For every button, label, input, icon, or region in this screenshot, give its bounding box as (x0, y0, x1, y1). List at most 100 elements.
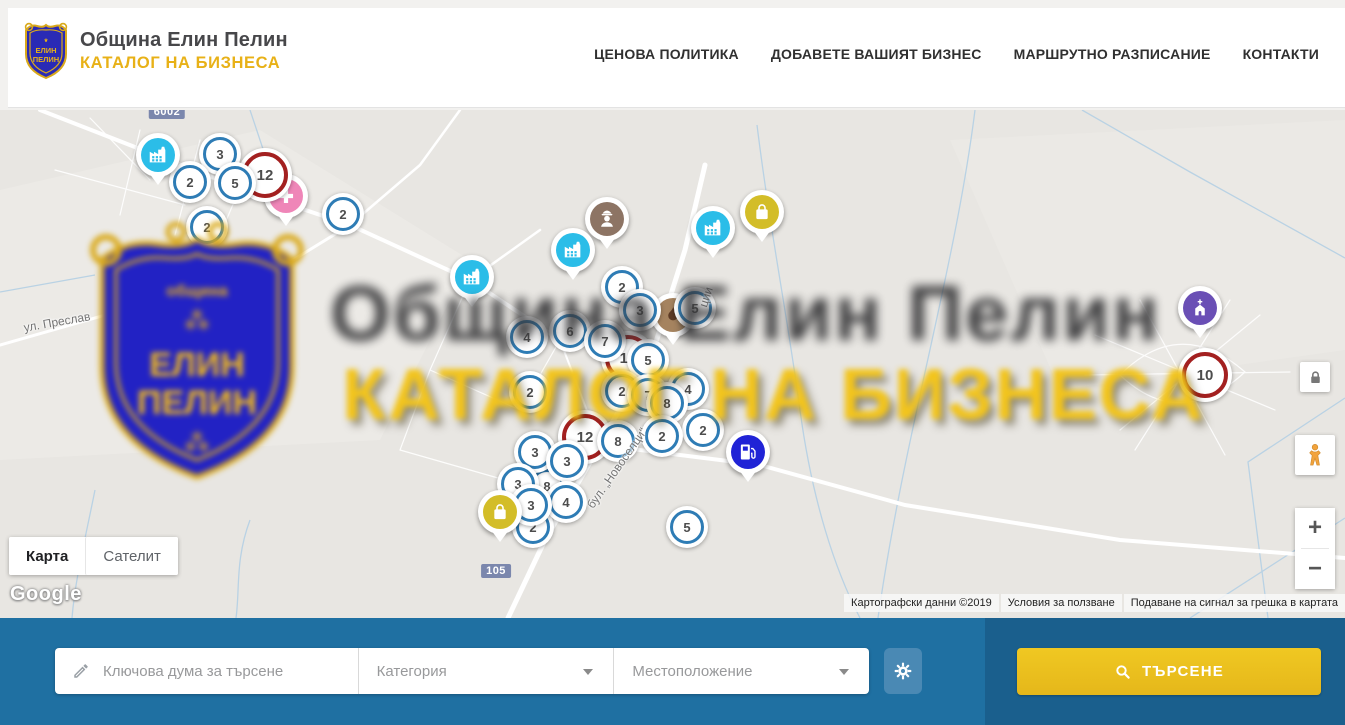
cluster-ring: 2 (326, 197, 360, 231)
cluster-ring: 6 (553, 314, 587, 348)
page: ⚜ ЕЛИН ПЕЛИН Община Елин Пелин КАТАЛОГ Н… (0, 0, 1345, 725)
terms-of-use-link[interactable]: Условия за ползване (1001, 594, 1122, 612)
category-select[interactable]: Категория (358, 648, 614, 694)
cluster-marker[interactable]: 4 (506, 316, 548, 358)
pin-tail (463, 295, 481, 307)
cluster-marker[interactable]: 10 (1178, 348, 1232, 402)
nav-route-schedule[interactable]: МАРШРУТНО РАЗПИСАНИЕ (1014, 46, 1211, 62)
marker-pin-factory[interactable] (450, 255, 494, 311)
cluster-count: 5 (644, 353, 651, 368)
factory-icon (556, 233, 590, 267)
cluster-ring: 5 (631, 343, 665, 377)
road-label: 105 (481, 564, 511, 578)
cluster-count: 8 (614, 434, 621, 449)
search-fields: Категория Местоположение (55, 648, 869, 694)
cluster-marker[interactable]: 5 (666, 506, 708, 548)
pegman-button[interactable] (1295, 435, 1335, 475)
nav-contacts[interactable]: КОНТАКТИ (1243, 46, 1319, 62)
marker-pin-factory[interactable] (551, 228, 595, 284)
factory-icon (696, 211, 730, 245)
search-bar-left: Категория Местоположение (0, 618, 985, 725)
cluster-count: 8 (663, 396, 670, 411)
cluster-marker[interactable]: 2 (682, 409, 724, 451)
church-icon (1183, 291, 1217, 325)
fuel-icon (731, 435, 765, 469)
marker-pin-shopping-bag[interactable] (478, 490, 522, 546)
keyword-input[interactable] (55, 648, 358, 694)
cluster-marker[interactable]: 2 (186, 206, 228, 248)
zoom-out-button[interactable]: − (1295, 549, 1335, 589)
location-select[interactable]: Местоположение (613, 648, 869, 694)
attribution-copyright: Картографски данни ©2019 (844, 594, 999, 612)
keyword-field (55, 648, 358, 694)
cluster-ring: 5 (670, 510, 704, 544)
brand-text: Община Елин Пелин КАТАЛОГ НА БИЗНЕСА (80, 29, 288, 73)
nav-pricing-policy[interactable]: ЦЕНОВА ПОЛИТИКА (594, 46, 739, 62)
cluster-count: 3 (527, 498, 534, 513)
marker-pin-shopping-bag[interactable] (740, 190, 784, 246)
cluster-count: 10 (1197, 367, 1214, 384)
factory-icon (141, 138, 175, 172)
marker-pin-fuel[interactable] (726, 430, 770, 486)
map-attribution: Картографски данни ©2019 Условия за полз… (844, 594, 1345, 612)
cluster-marker[interactable]: 2 (322, 193, 364, 235)
pin-tail (277, 214, 295, 226)
nav-add-your-business[interactable]: ДОБАВЕТЕ ВАШИЯТ БИЗНЕС (771, 46, 982, 62)
cluster-marker[interactable]: 3 (546, 440, 588, 482)
main-nav: ЦЕНОВА ПОЛИТИКА ДОБАВЕТЕ ВАШИЯТ БИЗНЕС М… (594, 8, 1319, 100)
category-select-value: Категория (359, 663, 447, 680)
cluster-count: 5 (683, 520, 690, 535)
cluster-marker[interactable]: 7 (584, 320, 626, 362)
report-map-error-link[interactable]: Подаване на сигнал за грешка в картата (1124, 594, 1345, 612)
cluster-count: 2 (526, 385, 533, 400)
cluster-ring: 2 (190, 210, 224, 244)
cluster-ring: 3 (623, 293, 657, 327)
pin-tail (598, 237, 616, 249)
gear-icon (893, 661, 913, 681)
search-bar-right: ТЪРСЕНЕ (985, 618, 1345, 725)
padlock-icon (1307, 369, 1324, 386)
shopping-bag-icon (483, 495, 517, 529)
cluster-count: 2 (203, 220, 210, 235)
cluster-ring: 2 (686, 413, 720, 447)
worker-icon (590, 202, 624, 236)
search-icon (1114, 663, 1132, 681)
cluster-ring: 4 (510, 320, 544, 354)
svg-text:ЕЛИН: ЕЛИН (35, 46, 56, 55)
cluster-marker[interactable]: 5 (214, 162, 256, 204)
cluster-marker[interactable]: 3 (619, 289, 661, 331)
marker-pin-factory[interactable] (136, 133, 180, 189)
cluster-count: 2 (658, 429, 665, 444)
pin-tail (564, 268, 582, 280)
pin-tail (1191, 326, 1209, 338)
map-canvas[interactable]: 2138212325223564752427822128333435106002… (0, 110, 1345, 618)
satellite-view-button[interactable]: Сателит (85, 537, 178, 575)
chevron-down-icon (583, 669, 593, 675)
road-label: 6002 (149, 110, 185, 119)
zoom-in-button[interactable]: + (1295, 508, 1335, 548)
marker-pin-factory[interactable] (691, 206, 735, 262)
street-label: ул. Преслав (23, 309, 92, 334)
search-button[interactable]: ТЪРСЕНЕ (1017, 648, 1321, 695)
google-logo[interactable]: Google (10, 583, 82, 606)
cluster-marker[interactable]: 2 (509, 371, 551, 413)
markers-layer: 2138212325223564752427822128333435106002… (0, 110, 1345, 618)
search-button-label: ТЪРСЕНЕ (1142, 663, 1224, 680)
cluster-count: 3 (563, 454, 570, 469)
pin-tail (704, 246, 722, 258)
marker-pin-church[interactable] (1178, 286, 1222, 342)
advanced-settings-button[interactable] (884, 648, 922, 694)
cluster-count: 4 (523, 330, 530, 345)
cluster-ring: 3 (550, 444, 584, 478)
cluster-count: 4 (562, 495, 569, 510)
brand[interactable]: ⚜ ЕЛИН ПЕЛИН Община Елин Пелин КАТАЛОГ Н… (22, 20, 288, 82)
header: ⚜ ЕЛИН ПЕЛИН Община Елин Пелин КАТАЛОГ Н… (0, 0, 1345, 110)
header-panel: ⚜ ЕЛИН ПЕЛИН Община Елин Пелин КАТАЛОГ Н… (8, 8, 1345, 108)
zoom-control: + − (1295, 508, 1335, 589)
map-view-button[interactable]: Карта (9, 537, 85, 575)
shopping-bag-icon (745, 195, 779, 229)
cluster-count: 5 (231, 176, 238, 191)
lock-button[interactable] (1300, 362, 1330, 392)
cluster-count: 6 (566, 324, 573, 339)
brand-title: Община Елин Пелин (80, 29, 288, 52)
